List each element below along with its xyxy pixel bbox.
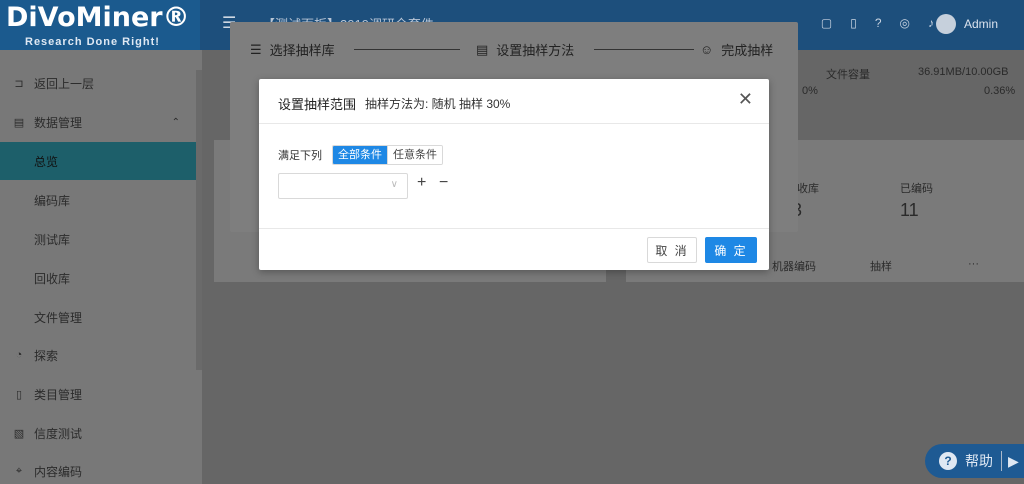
question-icon: ?	[939, 452, 957, 470]
close-icon[interactable]: ✕	[738, 90, 753, 108]
sidebar-item-test-library[interactable]: 测试库	[0, 220, 196, 258]
sidebar-item-label: 编码库	[34, 193, 71, 208]
remove-condition-button[interactable]: −	[439, 174, 448, 192]
file-capacity-label: 文件容量	[826, 69, 870, 81]
sidebar-item-overview[interactable]: 总览	[0, 142, 196, 180]
compass-icon: ◔	[15, 349, 23, 361]
list-icon: ☰	[250, 41, 262, 57]
file-capacity-value: 36.91MB/10.00GB	[918, 66, 1009, 78]
logo[interactable]: DiVoMiner® Research Done Right!	[0, 0, 200, 50]
user-name: Admin	[963, 17, 998, 31]
logo-brand: DiVoMiner®	[6, 2, 190, 33]
help-button[interactable]: ? 帮助 ▶	[925, 444, 1024, 478]
divider	[1001, 451, 1002, 471]
wizard-connector	[354, 49, 460, 50]
dialog-title: 设置抽样范围	[278, 97, 357, 112]
any-condition-tab[interactable]: 任意条件	[387, 146, 442, 164]
sample-button[interactable]: 抽样	[870, 258, 892, 274]
sidebar-item-label: 类目管理	[34, 387, 83, 402]
sidebar-item-categories[interactable]: ▯ 类目管理	[0, 375, 196, 413]
avatar	[935, 14, 956, 34]
book-icon[interactable]: ▯	[850, 16, 857, 30]
coded-value: 11	[900, 200, 919, 220]
user-menu[interactable]: Admin	[935, 14, 998, 34]
chevron-down-icon: ∨	[390, 179, 398, 190]
sidebar-item-label: 返回上一层	[34, 76, 95, 91]
dialog-subtitle: 抽样方法为: 随机 抽样 30%	[365, 97, 511, 111]
bell-icon[interactable]: ♪	[928, 16, 934, 30]
sidebar-item-files[interactable]: 文件管理	[0, 298, 196, 336]
sampling-range-dialog: 设置抽样范围 抽样方法为: 随机 抽样 30% ✕ 满足下列 全部条件 任意条件…	[259, 79, 769, 270]
wizard-connector	[594, 49, 694, 50]
sidebar-item-label: 文件管理	[34, 310, 83, 325]
condition-label: 满足下列	[278, 150, 322, 162]
sidebar-item-label: 回收库	[34, 271, 71, 286]
dialog-footer: 取 消 确 定	[259, 228, 769, 270]
clipboard-icon: ▧	[13, 427, 25, 440]
sidebar: ⊐ 返回上一层 ▤ 数据管理 ⌃ 总览 编码库 测试库 回收库 文件管理 ◔ 探…	[0, 50, 202, 484]
wizard-step-label: 设置抽样方法	[496, 43, 575, 58]
confirm-button[interactable]: 确 定	[705, 237, 757, 263]
header-icons: ▢ ▯ ? ◎ ♪	[821, 16, 934, 30]
compass-icon[interactable]: ◎	[900, 16, 910, 30]
question-icon[interactable]: ?	[875, 16, 882, 30]
sidebar-item-back[interactable]: ⊐ 返回上一层	[0, 64, 196, 102]
sidebar-item-label: 数据管理	[34, 115, 83, 130]
wizard-step-set-method: ▤ 设置抽样方法	[476, 40, 574, 59]
document-icon: ▤	[476, 41, 489, 57]
play-icon[interactable]: ▶	[1008, 453, 1019, 470]
cancel-button[interactable]: 取 消	[647, 237, 697, 263]
coded-label: 已编码	[900, 183, 933, 195]
file-capacity-pct: 0.36%	[984, 85, 1016, 97]
back-icon: ⊐	[14, 77, 24, 90]
sidebar-item-label: 总览	[34, 154, 59, 169]
add-condition-button[interactable]: +	[417, 174, 426, 192]
other-pct: 0%	[802, 85, 818, 97]
document-icon: ▤	[13, 116, 25, 129]
wizard-step-label: 完成抽样	[721, 43, 774, 58]
sidebar-item-data-management[interactable]: ▤ 数据管理 ⌃	[0, 103, 196, 141]
condition-row: 满足下列 全部条件 任意条件	[278, 145, 443, 165]
logo-tagline: Research Done Right!	[25, 36, 160, 48]
machine-code-button[interactable]: 机器编码	[772, 258, 816, 274]
wizard-step-complete: ☺ 完成抽样	[700, 40, 773, 59]
sidebar-item-label: 测试库	[34, 232, 71, 247]
sidebar-item-label: 内容编码	[34, 464, 83, 479]
more-button[interactable]: ···	[968, 258, 979, 270]
file-icon[interactable]: ▢	[821, 16, 832, 30]
sidebar-item-recycle[interactable]: 回收库	[0, 259, 196, 297]
all-conditions-tab[interactable]: 全部条件	[333, 146, 387, 164]
wizard-step-label: 选择抽样库	[269, 43, 335, 58]
dialog-header: 设置抽样范围 抽样方法为: 随机 抽样 30% ✕	[259, 79, 769, 124]
sidebar-item-reliability[interactable]: ▧ 信度测试	[0, 414, 196, 452]
chevron-up-icon: ⌃	[171, 116, 180, 128]
wizard-step-select-library: ☰ 选择抽样库	[250, 40, 335, 59]
sidebar-item-label: 探索	[34, 348, 59, 363]
sidebar-item-coding-library[interactable]: 编码库	[0, 181, 196, 219]
book-icon: ▯	[15, 388, 23, 401]
help-label: 帮助	[965, 453, 993, 469]
sidebar-item-label: 信度测试	[34, 426, 83, 441]
smile-icon: ☺	[700, 42, 714, 57]
sidebar-item-explore[interactable]: ◔ 探索	[0, 336, 196, 374]
sidebar-item-content-coding[interactable]: ⌖ 内容编码	[0, 452, 196, 484]
condition-field-select[interactable]: ∨	[278, 173, 408, 199]
code-icon: ⌖	[15, 464, 23, 477]
condition-mode-toggle: 全部条件 任意条件	[332, 145, 443, 165]
